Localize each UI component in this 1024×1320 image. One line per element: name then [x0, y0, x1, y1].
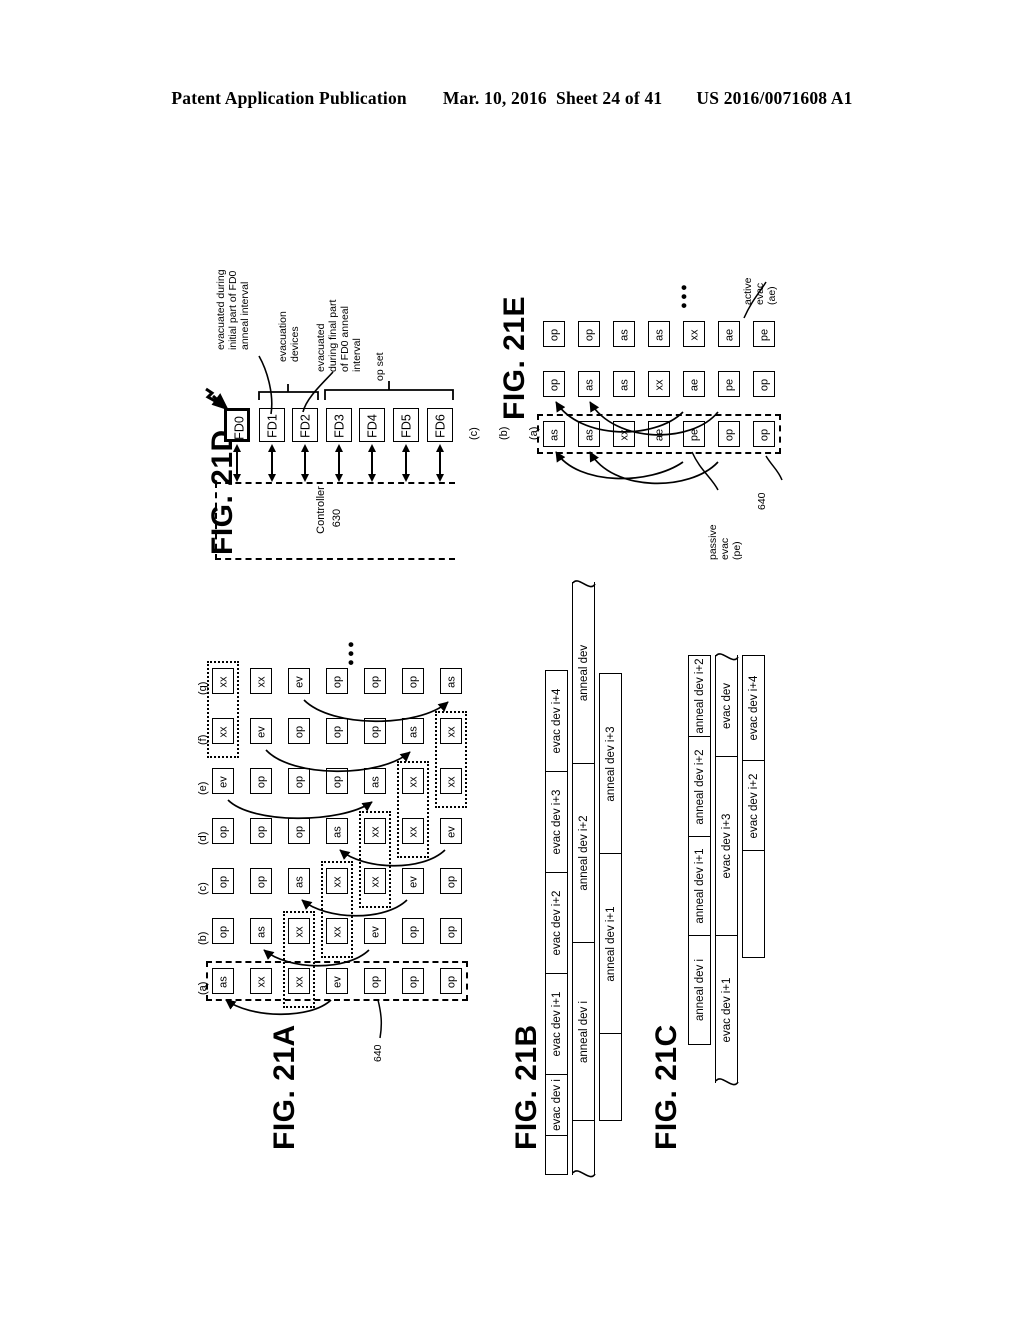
fig21c-break-curves [715, 653, 739, 1086]
patent-drawing-page: Patent Application Publication Mar. 10, 2… [0, 0, 1024, 1320]
